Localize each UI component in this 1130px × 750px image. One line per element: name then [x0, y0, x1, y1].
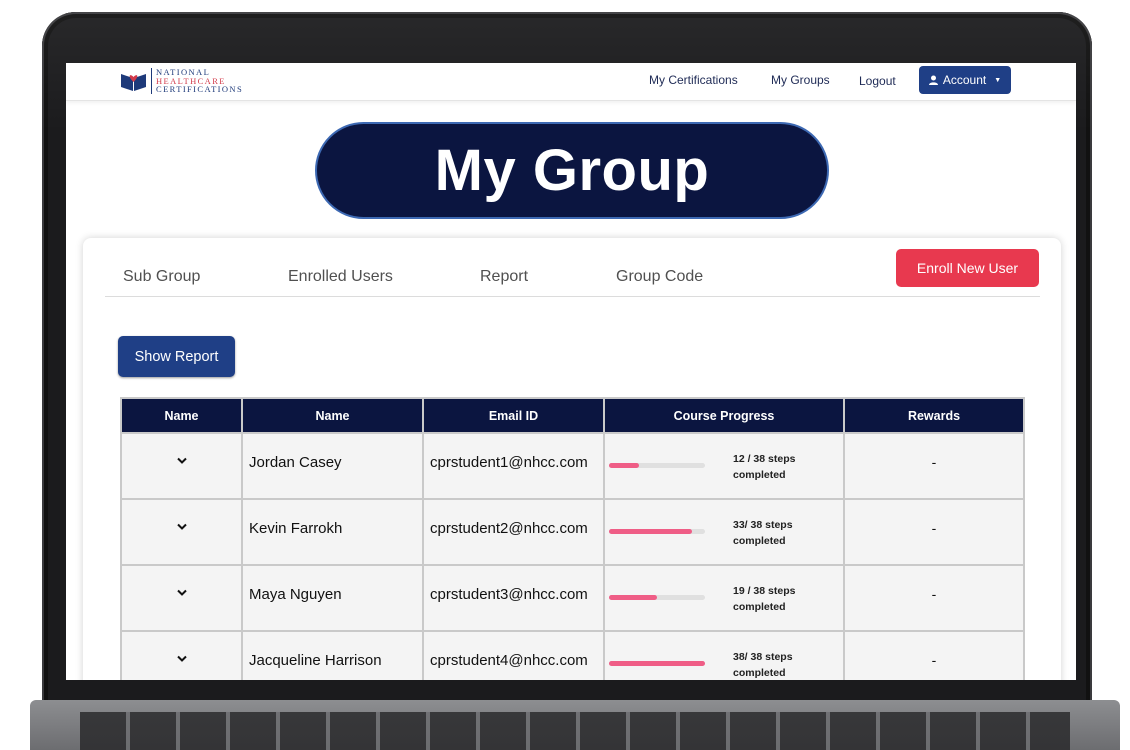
course-progress: 33/ 38 steps completed — [603, 498, 845, 566]
expand-cell — [120, 498, 243, 566]
account-label: Account — [942, 73, 987, 87]
chevron-down-icon[interactable] — [176, 457, 188, 465]
laptop-keyboard — [80, 712, 1070, 750]
progress-status: completed — [733, 469, 786, 481]
progress-bar — [609, 463, 705, 468]
course-progress: 12 / 38 steps completed — [603, 432, 845, 500]
user-email: cprstudent4@nhcc.com — [422, 630, 605, 680]
tab-report[interactable]: Report — [480, 268, 528, 286]
brand-logo[interactable]: NATIONAL HEALTHCARE CERTIFICATIONS — [120, 68, 243, 94]
chevron-down-icon[interactable] — [176, 589, 188, 597]
progress-fill — [609, 595, 657, 600]
progress-status: completed — [733, 535, 786, 547]
user-rewards: - — [843, 564, 1025, 632]
table-row: Jordan Casey cprstudent1@nhcc.com 12 / 3… — [120, 432, 1025, 500]
tab-sub-group[interactable]: Sub Group — [123, 268, 200, 286]
caret-down-icon: ▼ — [994, 76, 1002, 84]
nav-logout[interactable]: Logout — [859, 74, 896, 88]
page-title: My Group — [434, 138, 710, 203]
column-header-name: Name — [241, 397, 424, 434]
expand-cell — [120, 630, 243, 680]
user-name: Jacqueline Harrison — [241, 630, 424, 680]
progress-steps: 33/ 38 steps — [733, 519, 793, 531]
progress-status: completed — [733, 601, 786, 613]
user-name: Maya Nguyen — [241, 564, 424, 632]
table-row: Jacqueline Harrison cprstudent4@nhcc.com… — [120, 630, 1025, 680]
expand-cell — [120, 564, 243, 632]
progress-bar — [609, 595, 705, 600]
account-dropdown-button[interactable]: Account ▼ — [919, 66, 1011, 94]
user-rewards: - — [843, 498, 1025, 566]
tabs-divider — [105, 296, 1040, 297]
tab-enrolled-users[interactable]: Enrolled Users — [288, 268, 393, 286]
progress-steps: 38/ 38 steps — [733, 651, 793, 663]
progress-fill — [609, 661, 705, 666]
brand-wordmark: NATIONAL HEALTHCARE CERTIFICATIONS — [151, 68, 243, 94]
group-card: Sub Group Enrolled Users Report Group Co… — [83, 238, 1061, 680]
column-header-email: Email ID — [422, 397, 605, 434]
progress-fill — [609, 529, 693, 534]
page-title-banner: My Group — [315, 122, 829, 219]
table-row: Kevin Farrokh cprstudent2@nhcc.com 33/ 3… — [120, 498, 1025, 566]
chevron-down-icon[interactable] — [176, 655, 188, 663]
course-progress: 19 / 38 steps completed — [603, 564, 845, 632]
course-progress: 38/ 38 steps completed — [603, 630, 845, 680]
progress-text: 33/ 38 steps completed — [733, 517, 833, 549]
column-header-expand: Name — [120, 397, 243, 434]
progress-text: 19 / 38 steps completed — [733, 583, 833, 615]
progress-bar — [609, 529, 705, 534]
progress-text: 12 / 38 steps completed — [733, 451, 833, 483]
users-table: Name Name Email ID Course Progress Rewar… — [120, 397, 1025, 680]
top-navbar: NATIONAL HEALTHCARE CERTIFICATIONS My Ce… — [66, 63, 1076, 101]
table-header-row: Name Name Email ID Course Progress Rewar… — [120, 397, 1025, 434]
brand-line-3: CERTIFICATIONS — [156, 84, 244, 94]
column-header-rewards: Rewards — [843, 397, 1025, 434]
progress-steps: 12 / 38 steps — [733, 453, 796, 465]
screen: NATIONAL HEALTHCARE CERTIFICATIONS My Ce… — [66, 63, 1076, 680]
user-rewards: - — [843, 630, 1025, 680]
user-email: cprstudent2@nhcc.com — [422, 498, 605, 566]
column-header-progress: Course Progress — [603, 397, 845, 434]
user-rewards: - — [843, 432, 1025, 500]
progress-fill — [609, 463, 640, 468]
user-email: cprstudent1@nhcc.com — [422, 432, 605, 500]
show-report-button[interactable]: Show Report — [118, 336, 235, 377]
enroll-new-user-button[interactable]: Enroll New User — [896, 249, 1039, 287]
user-email: cprstudent3@nhcc.com — [422, 564, 605, 632]
tab-group-code[interactable]: Group Code — [616, 268, 703, 286]
progress-bar — [609, 661, 705, 666]
chevron-down-icon[interactable] — [176, 523, 188, 531]
user-name: Jordan Casey — [241, 432, 424, 500]
nav-my-groups[interactable]: My Groups — [771, 73, 830, 87]
progress-steps: 19 / 38 steps — [733, 585, 796, 597]
progress-status: completed — [733, 667, 786, 679]
table-row: Maya Nguyen cprstudent3@nhcc.com 19 / 38… — [120, 564, 1025, 632]
user-name: Kevin Farrokh — [241, 498, 424, 566]
nav-my-certifications[interactable]: My Certifications — [649, 73, 738, 87]
progress-text: 38/ 38 steps completed — [733, 649, 833, 680]
expand-cell — [120, 432, 243, 500]
user-icon — [928, 75, 938, 85]
book-logo-icon — [121, 73, 146, 91]
